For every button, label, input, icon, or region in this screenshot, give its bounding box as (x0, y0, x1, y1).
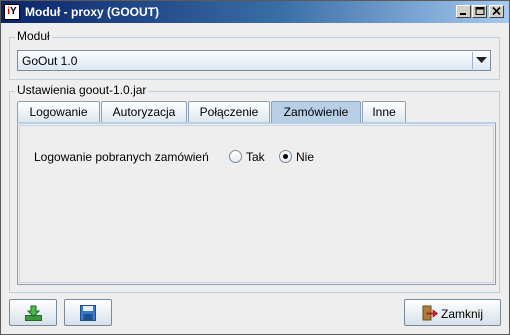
floppy-disk-icon (80, 305, 96, 321)
minimize-icon (460, 13, 466, 15)
radio-tak-label[interactable]: Tak (246, 150, 265, 164)
import-button[interactable] (9, 299, 57, 326)
maximize-icon (475, 7, 485, 15)
exit-door-icon (422, 305, 438, 321)
radio-tak[interactable] (229, 150, 242, 163)
module-select[interactable]: GoOut 1.0 (17, 50, 491, 71)
minimize-button[interactable] (456, 5, 471, 18)
radio-nie[interactable] (279, 150, 292, 163)
download-green-icon (25, 305, 42, 321)
close-button[interactable]: Zamknij (404, 299, 501, 326)
module-window: iY Moduł - proxy (GOOUT) Moduł GoOut 1.0… (0, 0, 510, 335)
app-icon: iY (4, 4, 20, 20)
close-icon (492, 7, 501, 16)
title-bar[interactable]: iY Moduł - proxy (GOOUT) (1, 1, 509, 23)
window-title: Moduł - proxy (GOOUT) (25, 5, 159, 19)
chevron-down-icon (476, 57, 487, 63)
module-select-toggle[interactable] (472, 52, 489, 69)
order-logging-label: Logowanie pobranych zamówień (34, 150, 209, 164)
tab-zamowienie[interactable]: Zamówienie (271, 101, 361, 123)
tab-autoryzacja[interactable]: Autoryzacja (101, 101, 187, 122)
save-button[interactable] (64, 299, 112, 326)
tab-inne[interactable]: Inne (362, 101, 406, 122)
tab-panel-zamowienie: Logowanie pobranych zamówień Tak Nie (17, 122, 496, 285)
close-button-label: Zamknij (441, 307, 484, 321)
radio-nie-label[interactable]: Nie (296, 150, 314, 164)
tab-logowanie[interactable]: Logowanie (17, 101, 100, 122)
module-group-label: Moduł (15, 29, 52, 43)
settings-group-label: Ustawienia goout-1.0.jar (15, 83, 149, 97)
close-window-button[interactable] (489, 5, 504, 18)
tab-polaczenie[interactable]: Połączenie (188, 101, 270, 122)
module-select-value: GoOut 1.0 (22, 54, 78, 68)
maximize-button[interactable] (472, 5, 487, 18)
